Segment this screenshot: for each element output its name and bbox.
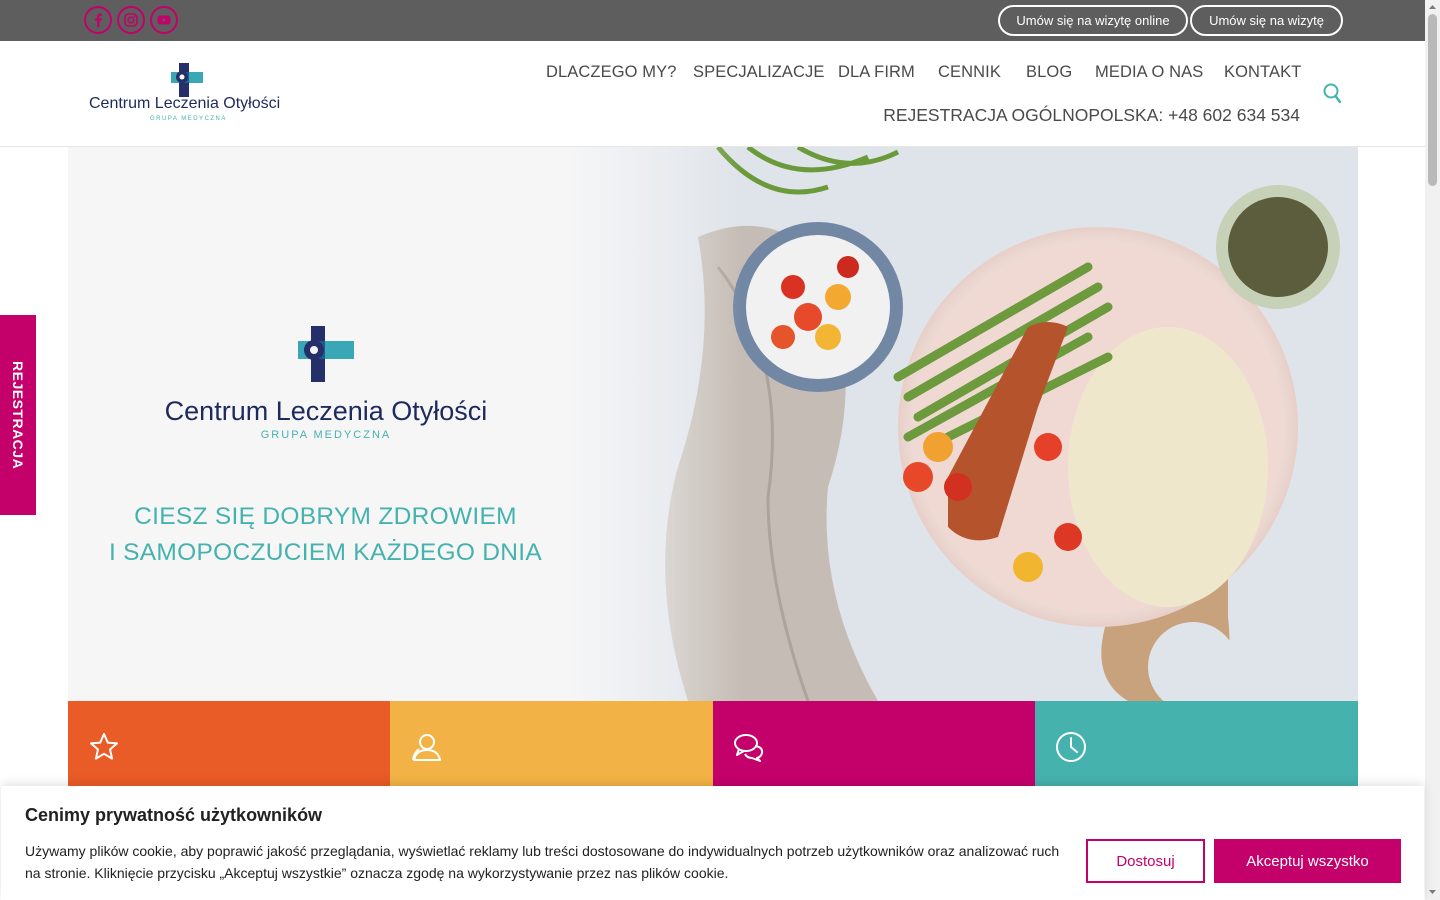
chat-icon <box>734 734 764 762</box>
scrollbar-thumb[interactable] <box>1428 14 1437 186</box>
user-icon <box>412 734 441 761</box>
cookie-title: Cenimy prywatność użytkowników <box>25 805 323 825</box>
hero-food-photo <box>568 147 1358 701</box>
customize-cookies-button[interactable]: Dostosuj <box>1086 839 1205 883</box>
page-scrollbar[interactable] <box>1425 0 1440 900</box>
hero-logo-cross-icon <box>298 326 354 382</box>
search-icon[interactable] <box>1322 82 1344 106</box>
nav-item-why-us[interactable]: DLACZEGO MY? <box>546 63 676 82</box>
hero-tagline: CIESZ SIĘ DOBRYM ZDROWIEM I SAMOPOCZUCIE… <box>68 499 583 571</box>
hero-banner: Centrum Leczenia Otyłości GRUPA MEDYCZNA… <box>68 147 1358 701</box>
nav-item-pricing[interactable]: CENNIK <box>938 63 1001 82</box>
top-bar: Umów się na wizytę online Umów się na wi… <box>0 0 1425 41</box>
nav-item-media[interactable]: MEDIA O NAS <box>1095 63 1203 82</box>
instagram-icon[interactable] <box>117 6 145 34</box>
cookie-consent-banner: Cenimy prywatność użytkowników Używamy p… <box>1 786 1424 900</box>
cookie-text: Używamy plików cookie, aby poprawić jako… <box>25 843 1060 881</box>
nav-item-specializations[interactable]: SPECJALIZACJE <box>693 63 825 82</box>
hero-logo-title: Centrum Leczenia Otyłości <box>164 396 488 426</box>
facebook-icon[interactable] <box>84 6 112 34</box>
nav-item-for-companies[interactable]: DLA FIRM <box>838 63 915 82</box>
registration-side-tab[interactable]: REJESTRACJA <box>0 315 36 515</box>
hero-logo-subtitle: GRUPA MEDYCZNA <box>260 429 392 441</box>
book-online-visit-button[interactable]: Umów się na wizytę online <box>998 5 1188 36</box>
book-visit-button[interactable]: Umów się na wizytę <box>1190 5 1343 36</box>
nav-item-blog[interactable]: BLOG <box>1026 63 1072 82</box>
feature-tile-4[interactable] <box>1035 701 1358 787</box>
star-icon <box>90 733 118 760</box>
nav-item-contact[interactable]: KONTAKT <box>1224 63 1301 82</box>
registration-side-tab-label: REJESTRACJA <box>10 360 26 470</box>
scroll-up-icon[interactable] <box>1428 3 1437 11</box>
accept-all-cookies-button[interactable]: Akceptuj wszystko <box>1214 839 1401 883</box>
logo-subtitle: GRUPA MEDYCZNA <box>150 116 227 122</box>
site-logo[interactable]: Centrum Leczenia Otyłości GRUPA MEDYCZNA <box>88 61 288 127</box>
hero-logo: Centrum Leczenia Otyłości GRUPA MEDYCZNA <box>140 324 512 441</box>
feature-tile-2[interactable] <box>390 701 713 787</box>
scroll-down-icon[interactable] <box>1428 888 1437 896</box>
hero-tagline-line2: I SAMOPOCZUCIEM KAŻDEGO DNIA <box>108 539 543 566</box>
feature-tile-3[interactable] <box>713 701 1035 787</box>
logo-title: Centrum Leczenia Otyłości <box>89 95 281 112</box>
hero-tagline-line1: CIESZ SIĘ DOBRYM ZDROWIEM <box>134 503 517 530</box>
youtube-icon[interactable] <box>150 6 178 34</box>
site-header: Centrum Leczenia Otyłości GRUPA MEDYCZNA… <box>0 41 1425 147</box>
clock-icon <box>1056 732 1086 762</box>
feature-tile-1[interactable] <box>68 701 390 787</box>
registration-phone[interactable]: REJESTRACJA OGÓLNOPOLSKA: +48 602 634 53… <box>883 105 1300 126</box>
